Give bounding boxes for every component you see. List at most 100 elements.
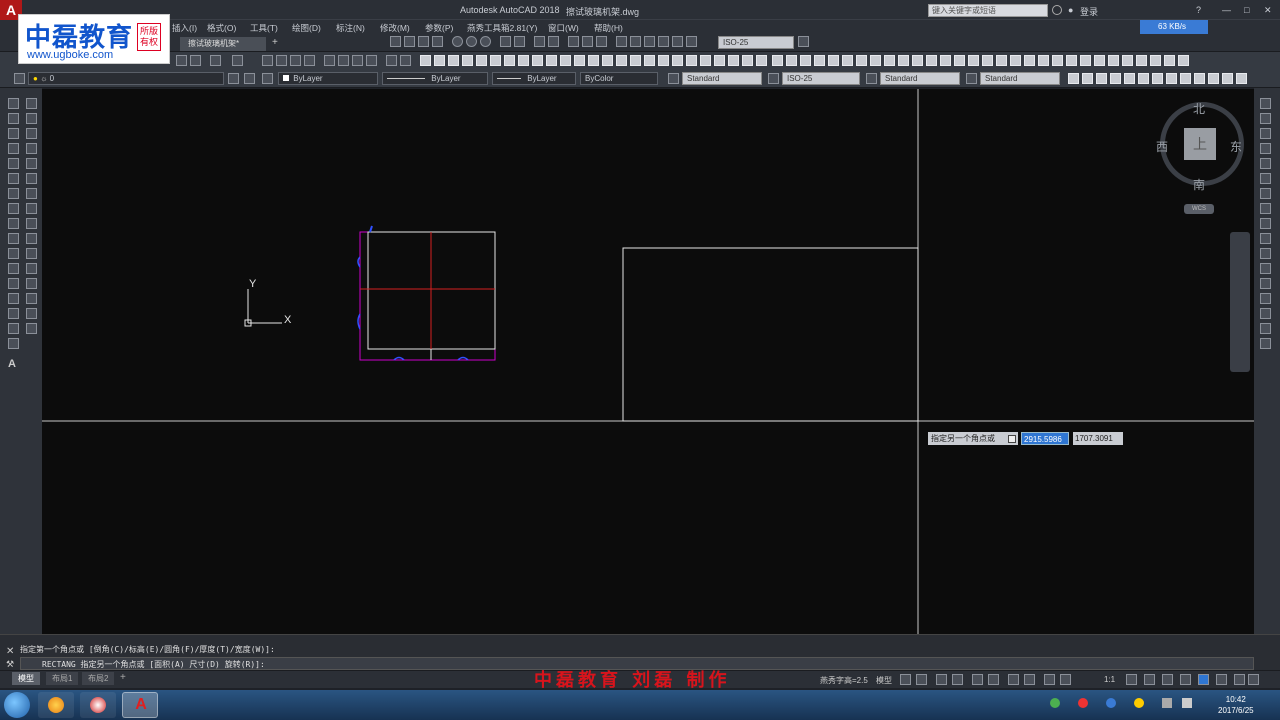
arc-icon[interactable] <box>8 173 19 184</box>
ellipse-icon[interactable] <box>8 233 19 244</box>
isolate-objects-icon[interactable] <box>1198 674 1209 685</box>
quick-properties-icon[interactable] <box>1180 674 1191 685</box>
taskbar-autocad-icon[interactable]: A <box>122 692 158 718</box>
login-button[interactable]: 登录 <box>1080 5 1098 18</box>
yx2-tool-14-icon[interactable] <box>954 55 965 66</box>
menu-dimension[interactable]: 标注(N) <box>336 22 365 34</box>
rotate-icon[interactable] <box>26 188 37 199</box>
right-tool-9-icon[interactable] <box>1260 218 1271 229</box>
model-space-button[interactable]: 模型 <box>876 675 892 686</box>
minimize-button[interactable]: — <box>1222 5 1231 15</box>
ellipse-tool-icon[interactable] <box>480 36 491 47</box>
search-input[interactable]: 键入关键字或短语 <box>928 4 1048 17</box>
point-tool-icon[interactable] <box>568 36 579 47</box>
yx-tool-2-icon[interactable] <box>434 55 445 66</box>
tray-app-2-icon[interactable] <box>1078 698 1088 708</box>
match-layer-icon[interactable] <box>262 73 273 84</box>
yx-tool-19-icon[interactable] <box>672 55 683 66</box>
trim-icon[interactable] <box>26 233 37 244</box>
search-icon[interactable] <box>1052 5 1062 15</box>
right-tool-15-icon[interactable] <box>1260 308 1271 319</box>
maximize-button[interactable]: □ <box>1244 5 1249 15</box>
ext-tool-10-icon[interactable] <box>1194 73 1205 84</box>
stretch-icon[interactable] <box>26 218 37 229</box>
yx2-tool-20-icon[interactable] <box>1038 55 1049 66</box>
color-combo[interactable]: ByLayer <box>278 72 378 85</box>
close-window-button[interactable]: ✕ <box>1264 5 1272 16</box>
customization-icon[interactable] <box>1248 674 1259 685</box>
yx2-tool-1-icon[interactable] <box>772 55 783 66</box>
yx2-tool-22-icon[interactable] <box>1066 55 1077 66</box>
right-tool-16-icon[interactable] <box>1260 323 1271 334</box>
point-icon[interactable] <box>8 278 19 289</box>
insert-block-icon[interactable] <box>8 248 19 259</box>
drawing-canvas[interactable]: Y X <box>42 89 1254 634</box>
array-icon[interactable] <box>26 158 37 169</box>
quickcalc-icon[interactable] <box>400 55 411 66</box>
open-file-icon[interactable] <box>190 55 201 66</box>
make-current-layer-icon[interactable] <box>228 73 239 84</box>
sheet-set-icon[interactable] <box>366 55 377 66</box>
right-tool-13-icon[interactable] <box>1260 278 1271 289</box>
yx-tool-1-icon[interactable] <box>420 55 431 66</box>
tray-app-1-icon[interactable] <box>1050 698 1060 708</box>
yx2-tool-26-icon[interactable] <box>1122 55 1133 66</box>
wrench-icon[interactable]: ⚒ <box>6 659 14 670</box>
right-tool-17-icon[interactable] <box>1260 338 1271 349</box>
yx-tool-16-icon[interactable] <box>630 55 641 66</box>
region-icon[interactable] <box>8 323 19 334</box>
yx2-tool-16-icon[interactable] <box>982 55 993 66</box>
ext-tool-1-icon[interactable] <box>1068 73 1079 84</box>
layer-manager-icon[interactable] <box>14 73 25 84</box>
ortho-toggle-icon[interactable] <box>936 674 947 685</box>
ext-tool-2-icon[interactable] <box>1082 73 1093 84</box>
yx2-tool-28-icon[interactable] <box>1150 55 1161 66</box>
polyline-icon[interactable] <box>8 128 19 139</box>
dim-style-icon[interactable] <box>768 73 779 84</box>
zoom-realtime-icon[interactable] <box>276 55 287 66</box>
block-tool-icon[interactable] <box>514 36 525 47</box>
yx2-tool-9-icon[interactable] <box>884 55 895 66</box>
right-tool-6-icon[interactable] <box>1260 173 1271 184</box>
dynamic-input-x-field[interactable]: 2915.5986 <box>1021 432 1069 445</box>
right-tool-5-icon[interactable] <box>1260 158 1271 169</box>
right-tool-12-icon[interactable] <box>1260 263 1271 274</box>
network-icon[interactable] <box>1162 698 1172 708</box>
dim-angle-icon[interactable] <box>658 36 669 47</box>
rectangle-icon[interactable] <box>8 158 19 169</box>
erase-icon[interactable] <box>26 98 37 109</box>
navigation-bar[interactable] <box>1230 232 1250 372</box>
dynamic-input-y-field[interactable]: 1707.3091 <box>1073 432 1123 445</box>
markup-icon[interactable] <box>386 55 397 66</box>
help-icon[interactable]: ? <box>1196 5 1201 15</box>
yx2-tool-27-icon[interactable] <box>1136 55 1147 66</box>
mleader-style-combo[interactable]: Standard <box>980 72 1060 85</box>
text-style-icon[interactable] <box>668 73 679 84</box>
ext-tool-13-icon[interactable] <box>1236 73 1247 84</box>
wcs-menu[interactable]: WCS <box>1184 204 1214 214</box>
menu-yanxiu-toolbox[interactable]: 燕秀工具箱2.81(Y) <box>467 22 537 34</box>
right-tool-10-icon[interactable] <box>1260 233 1271 244</box>
workspace-gear-icon[interactable] <box>1126 674 1137 685</box>
right-tool-8-icon[interactable] <box>1260 203 1271 214</box>
spline-icon[interactable] <box>8 218 19 229</box>
ext-tool-7-icon[interactable] <box>1152 73 1163 84</box>
menu-modify[interactable]: 修改(M) <box>380 22 410 34</box>
new-file-icon[interactable] <box>176 55 187 66</box>
menu-format[interactable]: 格式(O) <box>207 22 236 34</box>
yx2-tool-19-icon[interactable] <box>1024 55 1035 66</box>
transparency-toggle-icon[interactable] <box>1024 674 1035 685</box>
yx2-tool-2-icon[interactable] <box>786 55 797 66</box>
arc-3pt-tool-icon[interactable] <box>466 36 477 47</box>
yx-tool-17-icon[interactable] <box>644 55 655 66</box>
design-center-icon[interactable] <box>338 55 349 66</box>
volume-icon[interactable] <box>1182 698 1192 708</box>
mleader-style-icon[interactable] <box>966 73 977 84</box>
yx-tool-6-icon[interactable] <box>490 55 501 66</box>
zoom-previous-icon[interactable] <box>304 55 315 66</box>
ext-tool-11-icon[interactable] <box>1208 73 1219 84</box>
snap-toggle-icon[interactable] <box>916 674 927 685</box>
yx2-tool-3-icon[interactable] <box>800 55 811 66</box>
yx2-tool-4-icon[interactable] <box>814 55 825 66</box>
yx2-tool-25-icon[interactable] <box>1108 55 1119 66</box>
